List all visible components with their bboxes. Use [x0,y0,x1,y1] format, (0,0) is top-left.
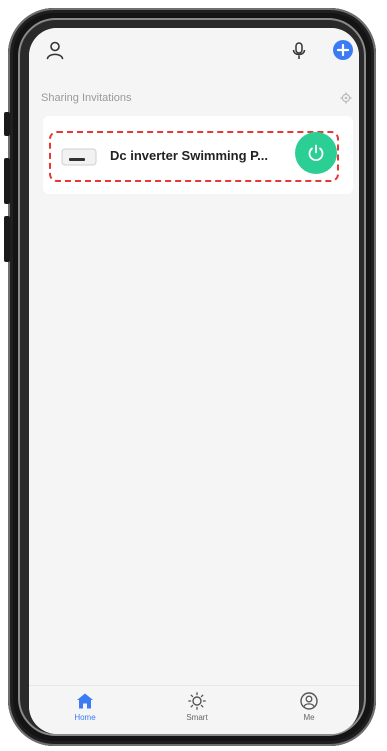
app-screen: Sharing Invitations Dc inverter Swimming… [29,28,359,734]
home-icon [77,693,93,709]
gear-icon[interactable] [339,91,353,105]
tab-bar: Home Smart Me [29,685,359,734]
tab-home[interactable]: Home [55,692,115,722]
microphone-icon[interactable] [289,40,309,62]
tab-label-me: Me [303,713,315,722]
section-label-sharing: Sharing Invitations [41,92,132,104]
side-button-volume-up [4,158,10,204]
tab-smart[interactable]: Smart [167,692,227,722]
tab-label-home: Home [74,713,96,722]
heat-pump-icon [60,145,98,169]
side-button-mute [4,112,10,136]
profile-circle-icon [300,692,318,710]
power-button[interactable] [295,132,337,174]
sun-icon [188,692,206,710]
user-icon[interactable] [43,38,67,62]
power-icon [308,144,324,162]
add-circle-icon[interactable] [331,38,355,62]
side-button-volume-down [4,216,10,262]
tab-label-smart: Smart [186,713,208,722]
tab-me[interactable]: Me [279,692,339,722]
top-bar [29,28,359,72]
device-name[interactable]: Dc inverter Swimming P... [110,148,268,163]
